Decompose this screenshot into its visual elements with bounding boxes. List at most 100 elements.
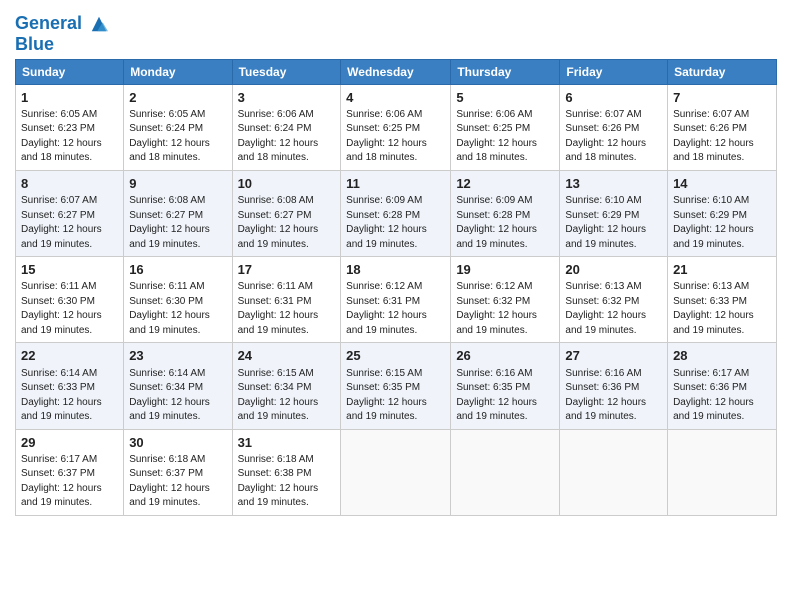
calendar-cell: 14 Sunrise: 6:10 AMSunset: 6:29 PMDaylig… (668, 170, 777, 256)
day-number: 26 (456, 347, 554, 365)
day-info: Sunrise: 6:10 AMSunset: 6:29 PMDaylight:… (565, 195, 646, 250)
day-info: Sunrise: 6:12 AMSunset: 6:31 PMDaylight:… (346, 281, 427, 336)
day-number: 9 (129, 175, 226, 193)
day-info: Sunrise: 6:06 AMSunset: 6:25 PMDaylight:… (456, 109, 537, 164)
day-info: Sunrise: 6:18 AMSunset: 6:37 PMDaylight:… (129, 454, 210, 509)
page: General Blue SundayMondayTuesdayWednesda… (0, 0, 792, 612)
calendar-cell: 20 Sunrise: 6:13 AMSunset: 6:32 PMDaylig… (560, 257, 668, 343)
dow-header: Sunday (16, 59, 124, 84)
calendar-cell: 7 Sunrise: 6:07 AMSunset: 6:26 PMDayligh… (668, 84, 777, 170)
day-number: 11 (346, 175, 445, 193)
header: General Blue (15, 10, 777, 55)
day-info: Sunrise: 6:05 AMSunset: 6:24 PMDaylight:… (129, 109, 210, 164)
day-number: 25 (346, 347, 445, 365)
calendar-week: 8 Sunrise: 6:07 AMSunset: 6:27 PMDayligh… (16, 170, 777, 256)
calendar-cell: 4 Sunrise: 6:06 AMSunset: 6:25 PMDayligh… (341, 84, 451, 170)
day-info: Sunrise: 6:13 AMSunset: 6:32 PMDaylight:… (565, 281, 646, 336)
calendar-cell: 11 Sunrise: 6:09 AMSunset: 6:28 PMDaylig… (341, 170, 451, 256)
day-info: Sunrise: 6:17 AMSunset: 6:37 PMDaylight:… (21, 454, 102, 509)
day-info: Sunrise: 6:07 AMSunset: 6:27 PMDaylight:… (21, 195, 102, 250)
calendar-cell: 10 Sunrise: 6:08 AMSunset: 6:27 PMDaylig… (232, 170, 341, 256)
calendar-cell (451, 429, 560, 515)
calendar-cell: 28 Sunrise: 6:17 AMSunset: 6:36 PMDaylig… (668, 343, 777, 429)
calendar-cell: 5 Sunrise: 6:06 AMSunset: 6:25 PMDayligh… (451, 84, 560, 170)
day-number: 21 (673, 261, 771, 279)
calendar-cell: 25 Sunrise: 6:15 AMSunset: 6:35 PMDaylig… (341, 343, 451, 429)
calendar-cell: 27 Sunrise: 6:16 AMSunset: 6:36 PMDaylig… (560, 343, 668, 429)
day-info: Sunrise: 6:18 AMSunset: 6:38 PMDaylight:… (238, 454, 319, 509)
calendar-cell: 29 Sunrise: 6:17 AMSunset: 6:37 PMDaylig… (16, 429, 124, 515)
calendar-week: 29 Sunrise: 6:17 AMSunset: 6:37 PMDaylig… (16, 429, 777, 515)
dow-header: Friday (560, 59, 668, 84)
calendar-cell (668, 429, 777, 515)
day-number: 30 (129, 434, 226, 452)
day-number: 3 (238, 89, 336, 107)
calendar-cell: 26 Sunrise: 6:16 AMSunset: 6:35 PMDaylig… (451, 343, 560, 429)
dow-header: Tuesday (232, 59, 341, 84)
day-info: Sunrise: 6:07 AMSunset: 6:26 PMDaylight:… (673, 109, 754, 164)
day-info: Sunrise: 6:07 AMSunset: 6:26 PMDaylight:… (565, 109, 646, 164)
day-info: Sunrise: 6:16 AMSunset: 6:36 PMDaylight:… (565, 368, 646, 423)
dow-header: Wednesday (341, 59, 451, 84)
day-number: 22 (21, 347, 118, 365)
day-info: Sunrise: 6:06 AMSunset: 6:24 PMDaylight:… (238, 109, 319, 164)
day-number: 7 (673, 89, 771, 107)
day-info: Sunrise: 6:09 AMSunset: 6:28 PMDaylight:… (346, 195, 427, 250)
day-info: Sunrise: 6:09 AMSunset: 6:28 PMDaylight:… (456, 195, 537, 250)
logo: General Blue (15, 14, 108, 55)
calendar-week: 1 Sunrise: 6:05 AMSunset: 6:23 PMDayligh… (16, 84, 777, 170)
logo-icon (90, 15, 108, 33)
day-number: 5 (456, 89, 554, 107)
day-number: 19 (456, 261, 554, 279)
day-number: 2 (129, 89, 226, 107)
calendar-cell: 30 Sunrise: 6:18 AMSunset: 6:37 PMDaylig… (124, 429, 232, 515)
day-info: Sunrise: 6:17 AMSunset: 6:36 PMDaylight:… (673, 368, 754, 423)
day-number: 15 (21, 261, 118, 279)
calendar-cell: 1 Sunrise: 6:05 AMSunset: 6:23 PMDayligh… (16, 84, 124, 170)
day-number: 17 (238, 261, 336, 279)
day-number: 1 (21, 89, 118, 107)
day-info: Sunrise: 6:13 AMSunset: 6:33 PMDaylight:… (673, 281, 754, 336)
logo-blue: Blue (15, 34, 108, 55)
day-info: Sunrise: 6:06 AMSunset: 6:25 PMDaylight:… (346, 109, 427, 164)
calendar-body: 1 Sunrise: 6:05 AMSunset: 6:23 PMDayligh… (16, 84, 777, 515)
day-number: 18 (346, 261, 445, 279)
day-number: 23 (129, 347, 226, 365)
calendar-cell: 15 Sunrise: 6:11 AMSunset: 6:30 PMDaylig… (16, 257, 124, 343)
calendar-cell: 21 Sunrise: 6:13 AMSunset: 6:33 PMDaylig… (668, 257, 777, 343)
calendar-table: SundayMondayTuesdayWednesdayThursdayFrid… (15, 59, 777, 516)
day-number: 27 (565, 347, 662, 365)
calendar-cell: 8 Sunrise: 6:07 AMSunset: 6:27 PMDayligh… (16, 170, 124, 256)
days-of-week-row: SundayMondayTuesdayWednesdayThursdayFrid… (16, 59, 777, 84)
calendar-cell: 17 Sunrise: 6:11 AMSunset: 6:31 PMDaylig… (232, 257, 341, 343)
day-number: 4 (346, 89, 445, 107)
calendar-week: 15 Sunrise: 6:11 AMSunset: 6:30 PMDaylig… (16, 257, 777, 343)
day-info: Sunrise: 6:08 AMSunset: 6:27 PMDaylight:… (129, 195, 210, 250)
day-info: Sunrise: 6:15 AMSunset: 6:34 PMDaylight:… (238, 368, 319, 423)
day-info: Sunrise: 6:05 AMSunset: 6:23 PMDaylight:… (21, 109, 102, 164)
day-info: Sunrise: 6:14 AMSunset: 6:34 PMDaylight:… (129, 368, 210, 423)
day-number: 6 (565, 89, 662, 107)
dow-header: Saturday (668, 59, 777, 84)
day-number: 12 (456, 175, 554, 193)
day-number: 10 (238, 175, 336, 193)
day-info: Sunrise: 6:16 AMSunset: 6:35 PMDaylight:… (456, 368, 537, 423)
day-number: 20 (565, 261, 662, 279)
day-info: Sunrise: 6:11 AMSunset: 6:30 PMDaylight:… (21, 281, 102, 336)
calendar-cell: 2 Sunrise: 6:05 AMSunset: 6:24 PMDayligh… (124, 84, 232, 170)
calendar-cell: 24 Sunrise: 6:15 AMSunset: 6:34 PMDaylig… (232, 343, 341, 429)
calendar-cell: 12 Sunrise: 6:09 AMSunset: 6:28 PMDaylig… (451, 170, 560, 256)
calendar-cell (560, 429, 668, 515)
day-info: Sunrise: 6:12 AMSunset: 6:32 PMDaylight:… (456, 281, 537, 336)
calendar-cell: 3 Sunrise: 6:06 AMSunset: 6:24 PMDayligh… (232, 84, 341, 170)
calendar-cell: 19 Sunrise: 6:12 AMSunset: 6:32 PMDaylig… (451, 257, 560, 343)
calendar-cell: 31 Sunrise: 6:18 AMSunset: 6:38 PMDaylig… (232, 429, 341, 515)
day-info: Sunrise: 6:10 AMSunset: 6:29 PMDaylight:… (673, 195, 754, 250)
logo-text: General (15, 14, 108, 34)
day-info: Sunrise: 6:11 AMSunset: 6:30 PMDaylight:… (129, 281, 210, 336)
day-number: 14 (673, 175, 771, 193)
day-info: Sunrise: 6:11 AMSunset: 6:31 PMDaylight:… (238, 281, 319, 336)
calendar-cell: 22 Sunrise: 6:14 AMSunset: 6:33 PMDaylig… (16, 343, 124, 429)
calendar-cell: 16 Sunrise: 6:11 AMSunset: 6:30 PMDaylig… (124, 257, 232, 343)
calendar-cell: 6 Sunrise: 6:07 AMSunset: 6:26 PMDayligh… (560, 84, 668, 170)
